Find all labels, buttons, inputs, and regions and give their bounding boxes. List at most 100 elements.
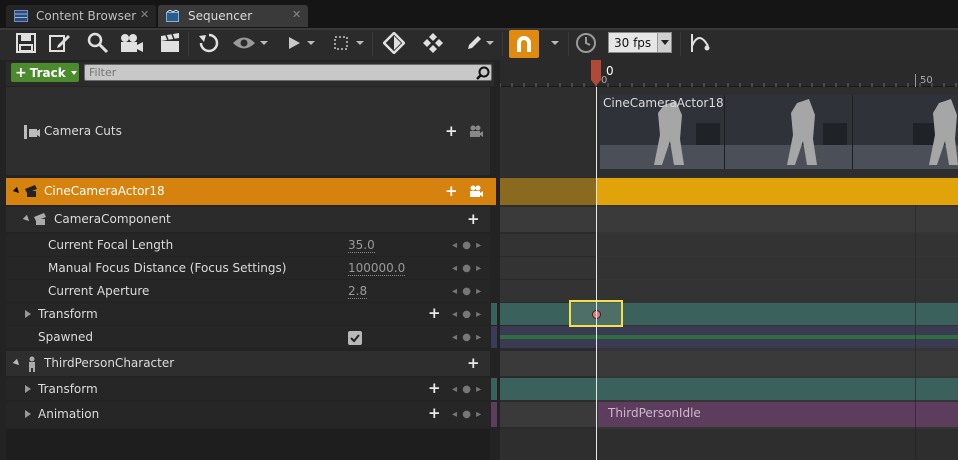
camera-component-icon <box>34 213 46 225</box>
ruler-label: 50 <box>920 75 933 86</box>
render-movie-button[interactable] <box>156 30 184 56</box>
curve-editor-icon <box>691 34 710 52</box>
tab-content-browser[interactable]: Content Browser ✕ <box>6 5 156 27</box>
track-label: Camera Cuts <box>44 124 122 138</box>
keyframe-nav-icon[interactable]: ◂ ● ▸ <box>452 409 482 420</box>
curve-editor-button[interactable] <box>686 30 714 56</box>
camera-thumbnail <box>725 95 852 169</box>
track-color-strip <box>491 402 497 427</box>
property-value[interactable]: 100000.0 <box>348 261 406 276</box>
expand-arrow-icon[interactable] <box>25 310 31 318</box>
edit-mode-button[interactable] <box>460 30 488 56</box>
expand-arrow-icon[interactable] <box>25 410 31 418</box>
keyframe-nav-icon[interactable]: ◂ ● ▸ <box>452 286 482 297</box>
property-label: Manual Focus Distance (Focus Settings) <box>48 261 287 275</box>
camera-cut-section[interactable]: CineCameraActor18 <box>600 95 958 169</box>
view-options-button[interactable] <box>230 30 258 56</box>
keyframe-nav-icon[interactable]: ◂ ● ▸ <box>452 263 482 274</box>
chevron-down-icon[interactable] <box>356 41 364 45</box>
animation-section[interactable]: ThirdPersonIdle <box>598 402 958 427</box>
add-track-button-small[interactable]: + <box>445 184 458 199</box>
camera-icon[interactable] <box>469 185 483 197</box>
playback-button[interactable] <box>280 30 308 56</box>
track-label: Animation <box>38 407 100 421</box>
plus-icon: + <box>15 64 27 81</box>
lane-camera-component <box>500 207 958 232</box>
keyframe-nav-icon[interactable]: ◂ ● ▸ <box>452 309 482 320</box>
camera-thumbnail <box>853 95 958 169</box>
track-label: Spawned <box>38 330 94 344</box>
keyframe-nav-icon[interactable]: ◂ ● ▸ <box>452 240 482 251</box>
property-value[interactable]: 35.0 <box>348 238 375 253</box>
camera-icon[interactable] <box>469 125 483 137</box>
checkmark-icon <box>350 334 360 343</box>
track-color-strip <box>491 303 497 325</box>
tab-sequencer[interactable]: Sequencer ✕ <box>158 5 308 27</box>
camera-cut-icon <box>24 125 40 139</box>
spawned-checkbox[interactable] <box>348 331 362 345</box>
chevron-down-icon <box>657 33 671 52</box>
property-label: Current Focal Length <box>48 238 174 252</box>
property-label: Current Aperture <box>48 284 150 298</box>
chevron-down-icon[interactable] <box>260 41 268 45</box>
expand-arrow-icon[interactable] <box>25 385 31 393</box>
section-label: ThirdPersonIdle <box>608 406 701 420</box>
find-in-browser-button[interactable] <box>84 30 112 56</box>
track-color-strip <box>491 378 497 400</box>
snap-icon <box>517 36 531 52</box>
chevron-down-icon[interactable] <box>486 41 494 45</box>
keyframe-nav-icon[interactable]: ◂ ● ▸ <box>452 384 482 395</box>
snap-button[interactable] <box>509 30 539 58</box>
spawned-line <box>500 335 958 339</box>
add-track-button-small[interactable]: + <box>467 212 480 227</box>
undo-button[interactable] <box>195 30 223 56</box>
playhead-handle[interactable] <box>590 60 602 87</box>
add-track-button-small[interactable]: + <box>467 356 480 371</box>
track-label: CameraComponent <box>54 212 171 226</box>
lane-character <box>500 351 958 376</box>
fps-value: 30 fps <box>614 35 652 50</box>
filter-input[interactable] <box>84 64 492 81</box>
grid-line <box>915 205 916 460</box>
chevron-down-icon[interactable] <box>307 41 315 45</box>
toolbar-divider <box>372 32 373 56</box>
auto-key-button[interactable] <box>419 30 447 56</box>
add-key-button[interactable]: + <box>428 306 441 321</box>
add-key-button[interactable]: + <box>428 381 441 396</box>
toolbar-divider <box>680 32 681 56</box>
sequencer-editor: { "tabs": [ {"label": "Content Browser",… <box>0 0 958 460</box>
add-track-button[interactable]: + Track <box>11 63 79 82</box>
property-value[interactable]: 2.8 <box>348 284 368 299</box>
tab-label: Sequencer <box>188 9 253 23</box>
track-color-strip <box>491 326 497 348</box>
close-icon[interactable]: ✕ <box>140 9 150 20</box>
selection-button[interactable] <box>327 30 355 56</box>
render-movie-icon <box>161 33 179 52</box>
toolbar-divider <box>502 32 503 56</box>
add-section-button[interactable]: + <box>445 124 458 139</box>
track-label: CineCameraActor18 <box>44 184 165 198</box>
add-key-button[interactable]: + <box>428 406 441 421</box>
chevron-down-icon <box>70 70 77 75</box>
undo-icon <box>199 33 219 53</box>
auto-key-icon <box>423 33 443 53</box>
close-icon[interactable]: ✕ <box>292 9 302 20</box>
save-button[interactable] <box>12 30 40 56</box>
save-as-button[interactable] <box>46 30 74 56</box>
time-button[interactable] <box>572 30 600 56</box>
section-label: CineCameraActor18 <box>603 96 724 110</box>
view-options-icon <box>233 37 255 49</box>
camera-actor-icon <box>25 185 37 197</box>
save-icon <box>16 33 36 53</box>
ruler-major-tick <box>915 74 916 87</box>
camera-button[interactable] <box>118 30 146 56</box>
tab-label: Content Browser <box>36 9 137 23</box>
chevron-down-icon[interactable] <box>551 41 559 45</box>
camera-actor-section[interactable] <box>597 178 958 205</box>
playback-icon <box>289 37 300 49</box>
key-button[interactable] <box>380 30 408 56</box>
fps-dropdown[interactable]: 30 fps <box>608 32 672 53</box>
content-browser-icon <box>14 10 28 22</box>
keyframe-nav-icon[interactable]: ◂ ● ▸ <box>452 332 482 343</box>
key-icon <box>383 32 405 54</box>
